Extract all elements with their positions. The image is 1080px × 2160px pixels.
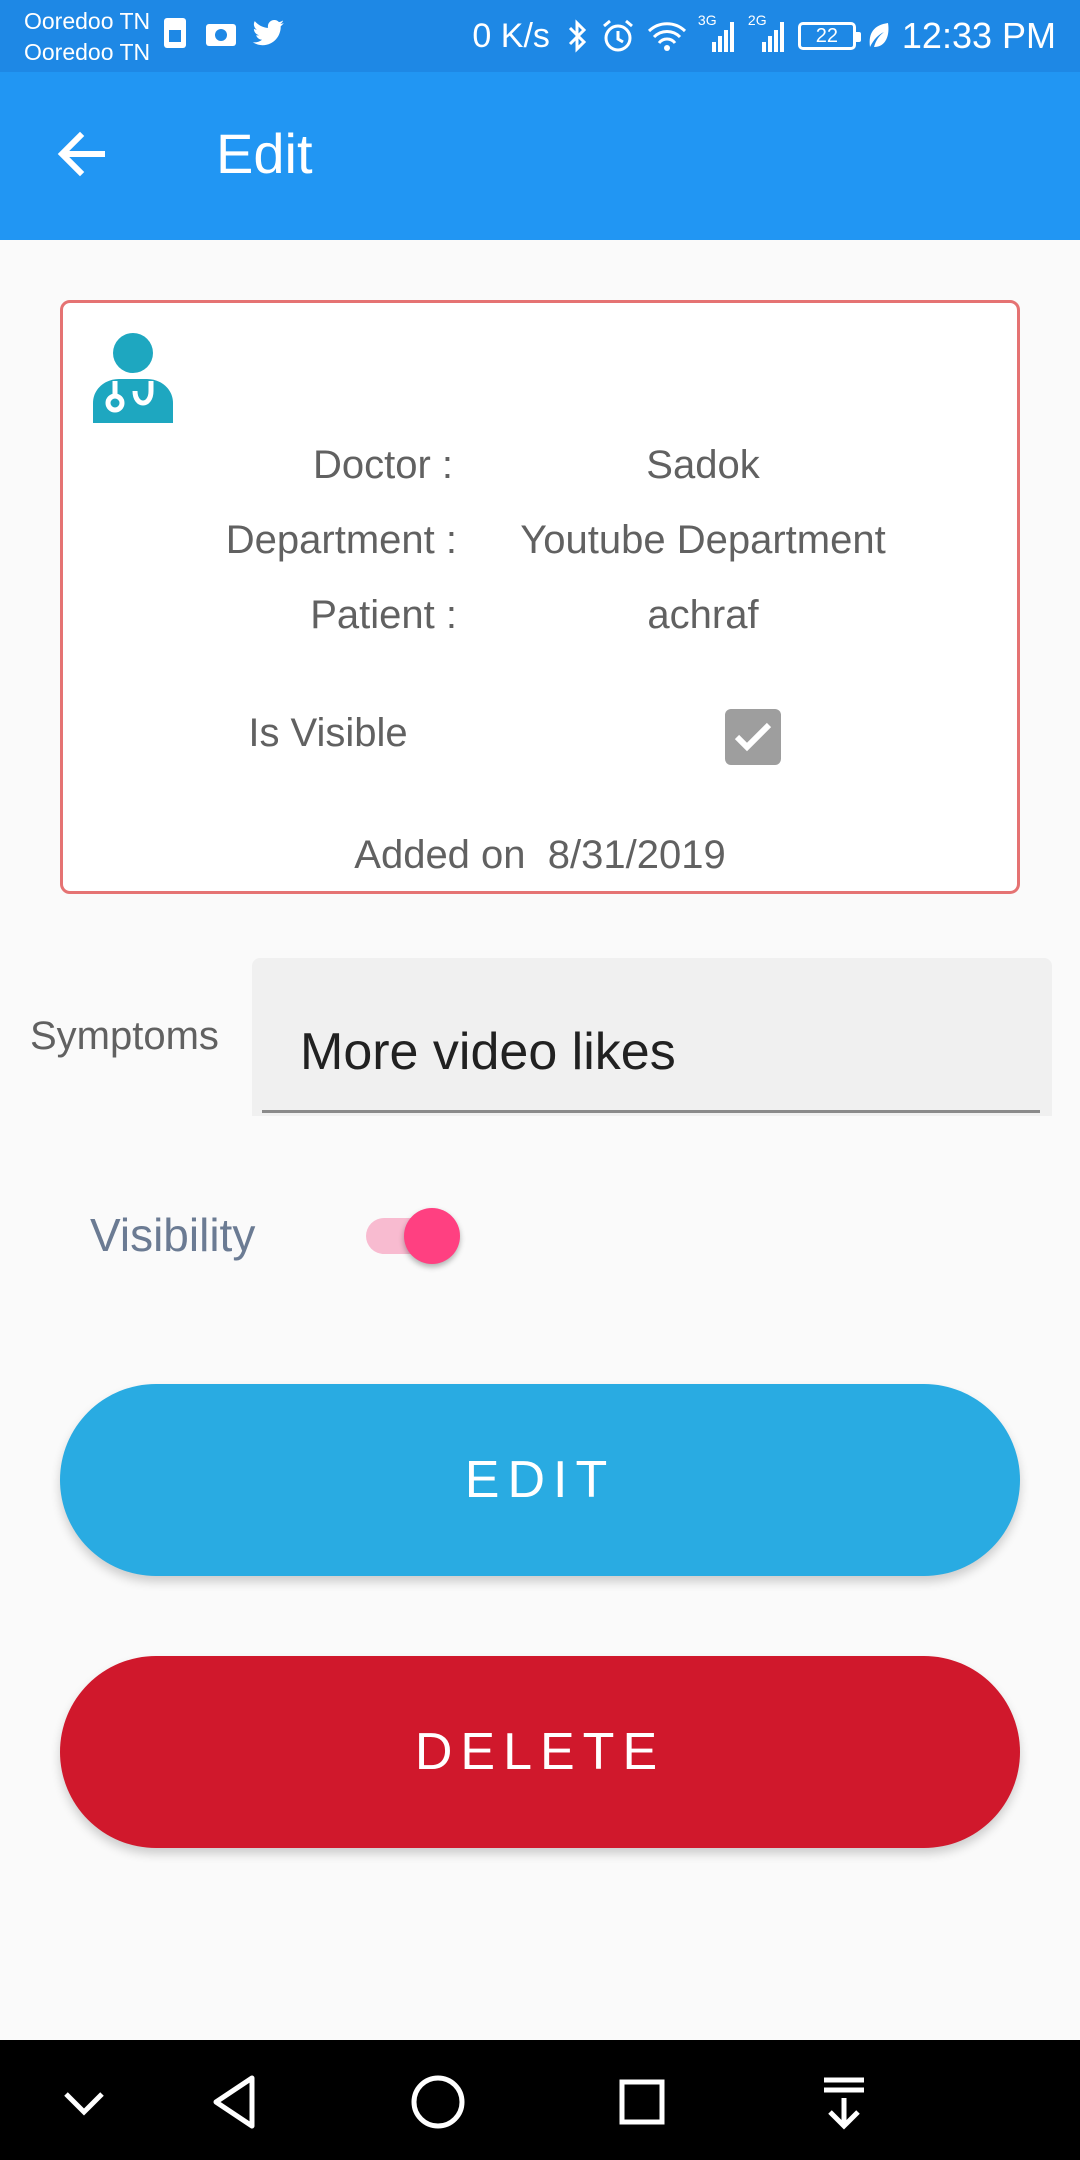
clock: 12:33 PM bbox=[901, 15, 1056, 56]
department-label: Department : bbox=[225, 518, 457, 562]
patient-label: Patient : bbox=[310, 593, 457, 637]
signal-2: 2G bbox=[748, 12, 788, 54]
symptoms-input[interactable]: More video likes bbox=[252, 958, 1052, 1116]
doctor-icon bbox=[93, 333, 173, 423]
leaf-icon bbox=[869, 23, 889, 47]
bluetooth-icon bbox=[568, 19, 587, 53]
visibility-switch[interactable] bbox=[366, 1208, 462, 1264]
navigation-bar bbox=[0, 2040, 1080, 2160]
carrier-1: Ooredoo TN bbox=[24, 8, 151, 34]
patient-value: achraf bbox=[647, 593, 759, 637]
back-triangle-icon[interactable] bbox=[204, 2070, 268, 2134]
doctor-value: Sadok bbox=[646, 443, 760, 487]
network-speed: 0 K/s bbox=[472, 16, 550, 55]
added-on: Added on 8/31/2019 bbox=[63, 833, 1017, 878]
notifications-pull-icon[interactable] bbox=[812, 2070, 876, 2134]
battery-icon: 22 bbox=[797, 22, 861, 50]
signal-1: 3G bbox=[698, 12, 738, 54]
signal-icon bbox=[711, 22, 734, 52]
appointment-card: Doctor : Sadok Department : Youtube Depa… bbox=[60, 300, 1020, 894]
carrier-2: Ooredoo TN bbox=[24, 39, 151, 65]
added-label: Added on bbox=[354, 833, 526, 877]
wifi-icon bbox=[647, 22, 686, 51]
doctor-label: Doctor : bbox=[312, 443, 453, 487]
page-title: Edit bbox=[216, 122, 313, 185]
is-visible-label: Is Visible bbox=[248, 711, 408, 755]
recents-square-icon[interactable] bbox=[610, 2070, 674, 2134]
sim-card-icon bbox=[164, 18, 186, 48]
home-circle-icon[interactable] bbox=[406, 2070, 470, 2134]
back-button[interactable] bbox=[50, 122, 114, 186]
symptoms-label: Symptoms bbox=[30, 1014, 219, 1058]
delete-button[interactable]: DELETE bbox=[60, 1656, 1020, 1848]
switch-thumb bbox=[404, 1208, 460, 1264]
is-visible-checkbox bbox=[725, 709, 781, 765]
carrier-names: Ooredoo TN Ooredoo TN bbox=[24, 6, 150, 68]
app-bar: Edit bbox=[0, 72, 1080, 240]
camera-icon bbox=[206, 24, 236, 46]
symptoms-value: More video likes bbox=[300, 1023, 676, 1081]
visibility-label: Visibility bbox=[90, 1209, 256, 1261]
alarm-icon bbox=[602, 19, 633, 52]
department-value: Youtube Department bbox=[520, 518, 886, 562]
check-icon bbox=[734, 722, 772, 752]
edit-button[interactable]: EDIT bbox=[60, 1384, 1020, 1576]
arrow-back-icon bbox=[57, 131, 105, 177]
chevron-down-icon[interactable] bbox=[52, 2070, 116, 2134]
status-icons-right: 0 K/s 3G 2G 22 12:33 PM bbox=[472, 10, 1056, 62]
signal-icon bbox=[761, 22, 784, 52]
symptoms-underline bbox=[262, 1110, 1040, 1113]
added-date: 8/31/2019 bbox=[547, 833, 726, 877]
status-icons-left bbox=[160, 16, 286, 50]
status-bar: Ooredoo TN Ooredoo TN 0 K/s 3G 2G 22 12:… bbox=[0, 0, 1080, 72]
twitter-icon bbox=[252, 20, 284, 46]
